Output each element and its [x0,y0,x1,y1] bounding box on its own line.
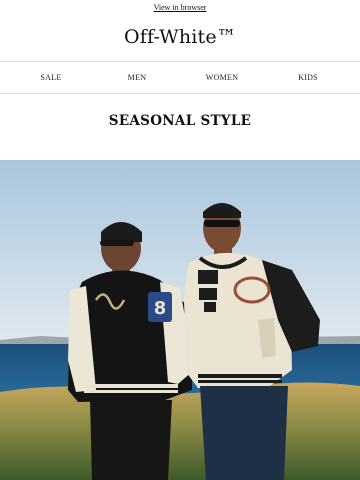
svg-text:8: 8 [154,298,167,319]
brand-logo[interactable]: Off-White™ [0,26,360,48]
view-in-browser-link[interactable]: View in browser [0,3,360,12]
nav-item-kids[interactable]: KIDS [273,62,343,93]
hero-image[interactable]: 8 [0,160,360,480]
nav-item-women[interactable]: WOMEN [187,62,257,93]
main-nav: SALE MEN WOMEN KIDS [0,61,360,94]
nav-item-sale[interactable]: SALE [16,62,86,93]
hero-photo-illustration: 8 [0,160,360,480]
nav-item-men[interactable]: MEN [102,62,172,93]
section-title: SEASONAL STYLE [108,113,252,129]
